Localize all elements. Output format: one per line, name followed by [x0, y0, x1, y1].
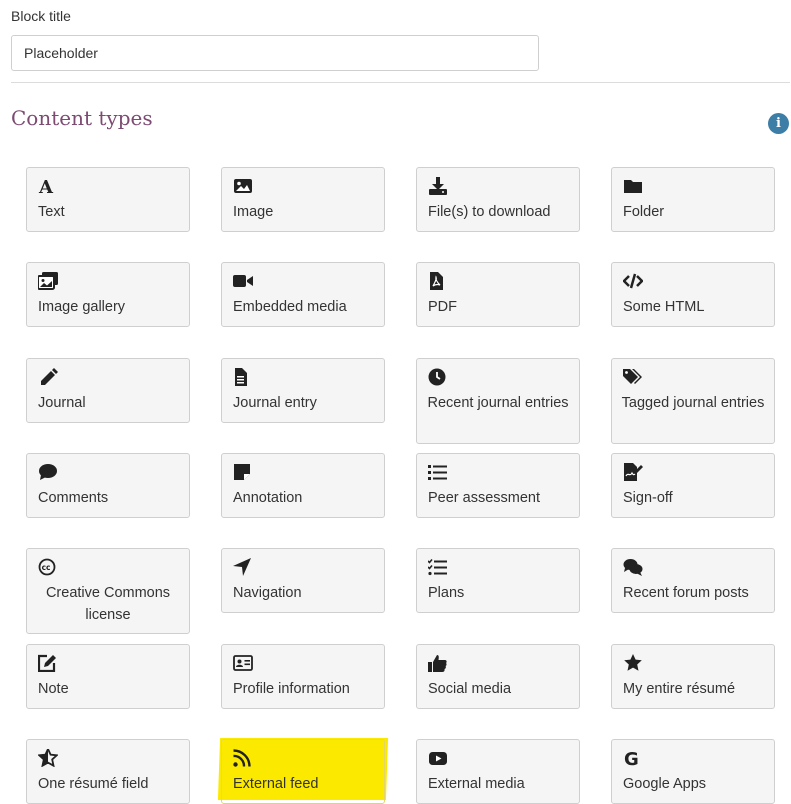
content-type-label: Recent journal entries	[427, 395, 569, 411]
clock-icon	[428, 368, 448, 386]
content-type-some-html[interactable]: Some HTML	[611, 262, 775, 327]
content-type-tagged-journal-entries[interactable]: Tagged journal entries	[611, 358, 775, 444]
content-type-files-to-download[interactable]: File(s) to download	[416, 167, 580, 232]
content-type-label: My entire résumé	[623, 681, 736, 697]
svg-text:cc: cc	[42, 563, 51, 572]
content-type-label: Journal	[38, 395, 86, 411]
content-type-creative-commons-license[interactable]: cc Creative Commons license	[26, 548, 190, 634]
content-type-label: Sign-off	[623, 490, 673, 506]
section-title: Content types	[11, 106, 153, 130]
svg-text:G: G	[624, 749, 639, 767]
content-type-label: Text	[38, 204, 65, 220]
content-type-navigation[interactable]: Navigation	[221, 548, 385, 613]
content-type-peer-assessment[interactable]: Peer assessment	[416, 453, 580, 518]
content-type-recent-journal-entries[interactable]: Recent journal entries	[416, 358, 580, 444]
content-type-plans[interactable]: Plans	[416, 548, 580, 613]
content-type-label: Note	[38, 681, 69, 697]
folder-icon	[623, 177, 643, 195]
content-type-label: PDF	[428, 299, 457, 315]
tags-icon	[623, 368, 643, 386]
content-type-folder[interactable]: Folder	[611, 167, 775, 232]
image-icon	[233, 177, 253, 195]
content-type-label: Journal entry	[233, 395, 317, 411]
content-type-label: External media	[428, 776, 525, 792]
content-type-label: Some HTML	[623, 299, 705, 315]
divider	[11, 82, 790, 83]
content-type-profile-information[interactable]: Profile information	[221, 644, 385, 709]
content-type-embedded-media[interactable]: Embedded media	[221, 262, 385, 327]
content-type-external-feed[interactable]: External feed	[221, 739, 385, 804]
content-type-external-media[interactable]: External media	[416, 739, 580, 804]
content-type-label: Folder	[623, 204, 665, 220]
content-type-note[interactable]: Note	[26, 644, 190, 709]
rss-icon	[233, 749, 253, 767]
document-icon	[233, 368, 253, 386]
code-icon	[623, 272, 643, 290]
content-type-image-gallery[interactable]: Image gallery	[26, 262, 190, 327]
info-circle-icon[interactable]: i	[768, 113, 789, 134]
content-type-label: Creative Commons license	[45, 585, 171, 623]
content-type-annotation[interactable]: Annotation	[221, 453, 385, 518]
content-type-sign-off[interactable]: Sign-off	[611, 453, 775, 518]
content-type-my-entire-resume[interactable]: My entire résumé	[611, 644, 775, 709]
content-type-label: Plans	[428, 585, 465, 601]
content-type-pdf[interactable]: PDF	[416, 262, 580, 327]
signature-icon	[623, 463, 643, 481]
content-type-label: One résumé field	[38, 776, 149, 792]
star-icon	[623, 654, 643, 672]
youtube-icon	[428, 749, 448, 767]
content-type-label: Recent forum posts	[623, 585, 749, 601]
svg-text:A: A	[38, 177, 54, 195]
creative-commons-icon: cc	[38, 558, 58, 576]
content-type-comments[interactable]: Comments	[26, 453, 190, 518]
comments-icon	[623, 558, 643, 576]
video-camera-icon	[233, 272, 253, 290]
sticky-note-icon	[233, 463, 253, 481]
content-type-label: Tagged journal entries	[621, 395, 765, 411]
download-icon	[428, 177, 448, 195]
content-type-label: Profile information	[233, 681, 350, 697]
content-type-label: Peer assessment	[428, 490, 541, 506]
content-type-image[interactable]: Image	[221, 167, 385, 232]
content-type-journal[interactable]: Journal	[26, 358, 190, 423]
content-type-label: Google Apps	[623, 776, 707, 792]
tasks-icon	[428, 558, 448, 576]
content-type-text[interactable]: A Text	[26, 167, 190, 232]
list-icon	[428, 463, 448, 481]
content-type-label: Comments	[38, 490, 109, 506]
content-type-recent-forum-posts[interactable]: Recent forum posts	[611, 548, 775, 613]
pencil-icon	[38, 368, 58, 386]
block-title-label: Block title	[11, 8, 71, 24]
content-type-google-apps[interactable]: G Google Apps	[611, 739, 775, 804]
block-title-input[interactable]	[11, 35, 539, 71]
id-card-icon	[233, 654, 253, 672]
content-type-label: Annotation	[233, 490, 303, 506]
content-type-journal-entry[interactable]: Journal entry	[221, 358, 385, 423]
pdf-file-icon	[428, 272, 448, 290]
thumbs-up-icon	[428, 654, 448, 672]
content-type-label: Navigation	[233, 585, 302, 601]
content-type-one-resume-field[interactable]: One résumé field	[26, 739, 190, 804]
image-gallery-icon	[38, 272, 58, 290]
content-type-label: Image	[233, 204, 274, 220]
edit-icon	[38, 654, 58, 672]
content-type-social-media[interactable]: Social media	[416, 644, 580, 709]
comment-icon	[38, 463, 58, 481]
location-arrow-icon	[233, 558, 253, 576]
content-type-label: Social media	[428, 681, 512, 697]
text-icon: A	[38, 177, 58, 195]
content-type-label: Embedded media	[233, 299, 347, 315]
content-type-label: Image gallery	[38, 299, 126, 315]
star-half-icon	[38, 749, 58, 767]
google-icon: G	[623, 749, 643, 767]
content-type-label: External feed	[233, 776, 319, 792]
content-type-label: File(s) to download	[428, 204, 551, 220]
